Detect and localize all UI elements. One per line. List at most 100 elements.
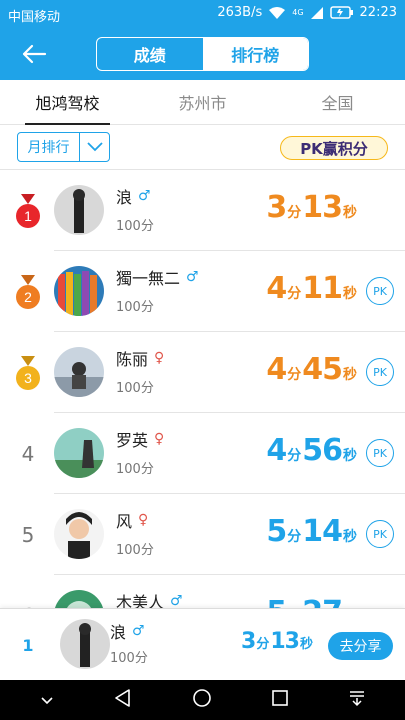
time-seconds: 13 — [302, 190, 343, 225]
time-seconds: 11 — [302, 271, 343, 306]
time-minutes: 4 — [266, 352, 287, 387]
signal-icon — [310, 6, 324, 20]
avatar[interactable] — [54, 347, 104, 397]
ranking-row[interactable]: 3 陈丽 ♀ 100分 4 分 45 秒 PK — [0, 332, 405, 413]
time-minutes: 3 — [266, 190, 287, 225]
avatar[interactable] — [54, 509, 104, 559]
completion-time: 4 分 11 秒 — [266, 271, 358, 307]
rank-number: 4 — [21, 442, 35, 466]
completion-time: 4 分 56 秒 — [266, 433, 358, 469]
ranking-period-dropdown[interactable]: 月排行 — [17, 132, 110, 162]
ranking-row[interactable]: 2 獨一無二 ♂ 100分 4 分 11 秒 PK — [0, 251, 405, 332]
ranking-row[interactable]: 5 风 ♀ 100分 5 分 14 秒 PK — [0, 494, 405, 575]
user-name: 獨一無二 ♂ — [116, 265, 199, 289]
my-user-name: 浪 ♂ — [110, 619, 145, 643]
home-circle-icon[interactable] — [192, 688, 212, 712]
user-name: 风 ♀ — [116, 508, 148, 532]
system-nav-bar — [0, 680, 405, 720]
female-icon: ♀ — [138, 512, 149, 528]
time-seconds-unit: 秒 — [343, 448, 357, 464]
my-rank-number: 1 — [22, 635, 34, 655]
status-bar: 中国移动 263B/s 4G 22:23 — [0, 0, 405, 28]
pk-button[interactable]: PK — [366, 358, 394, 386]
time-minutes-unit: 分 — [287, 448, 302, 464]
exam-score: 100分 — [116, 381, 154, 396]
back-button[interactable] — [16, 40, 52, 68]
male-icon: ♂ — [132, 623, 145, 639]
time-minutes: 5 — [266, 514, 287, 549]
clock: 22:23 — [359, 5, 397, 20]
my-user-name-text: 浪 — [110, 623, 127, 642]
avatar[interactable] — [54, 266, 104, 316]
time-seconds-unit: 秒 — [343, 529, 357, 545]
time-seconds: 45 — [302, 352, 343, 387]
time-seconds: 14 — [302, 514, 343, 549]
pk-button[interactable]: PK — [366, 520, 394, 548]
app-bar: 成绩 排行榜 — [0, 28, 405, 80]
user-name-text: 獨一無二 — [116, 269, 181, 288]
user-name-text: 风 — [116, 512, 133, 531]
notification-pull-icon[interactable] — [348, 689, 366, 711]
bronze-medal-icon: 3 — [12, 354, 44, 392]
segment-ranking[interactable]: 排行榜 — [202, 38, 308, 70]
tab-school[interactable]: 旭鸿驾校 — [0, 80, 135, 125]
pk-button[interactable]: PK — [366, 277, 394, 305]
ranking-row[interactable]: 1 浪 ♂ 100分 3 分 13 秒 — [0, 170, 405, 251]
chevron-down-icon — [80, 133, 109, 161]
user-name-text: 浪 — [116, 188, 133, 207]
avatar[interactable] — [54, 185, 104, 235]
time-minutes-unit: 分 — [287, 205, 302, 221]
pk-points-banner[interactable]: PK赢积分 — [276, 132, 392, 162]
time-minutes: 4 — [266, 433, 287, 468]
ranking-list: 1 浪 ♂ 100分 3 分 13 秒 2 獨一無二 ♂ 100分 4 分 11… — [0, 170, 405, 656]
exam-score: 100分 — [116, 462, 154, 477]
avatar[interactable] — [54, 428, 104, 478]
pk-button[interactable]: PK — [366, 439, 394, 467]
segment-control: 成绩 排行榜 — [96, 37, 309, 71]
tab-city[interactable]: 苏州市 — [135, 80, 270, 124]
completion-time: 3 分 13 秒 — [266, 190, 358, 226]
time-minutes-unit: 分 — [287, 286, 302, 302]
time-seconds: 56 — [302, 433, 343, 468]
time-seconds-unit: 秒 — [343, 286, 357, 302]
battery-icon — [329, 6, 354, 19]
medal-rank-number: 2 — [24, 289, 32, 305]
user-name: 陈丽 ♀ — [116, 346, 164, 370]
status-icons: 263B/s 4G 22:23 — [217, 5, 397, 20]
silver-medal-icon: 2 — [12, 273, 44, 311]
rank-number: 5 — [21, 523, 35, 547]
wifi-icon — [268, 6, 286, 20]
back-triangle-icon[interactable] — [113, 688, 133, 712]
time-seconds: 13 — [270, 629, 300, 654]
gold-medal-icon: 1 — [12, 192, 44, 230]
ranking-row[interactable]: 4 罗英 ♀ 100分 4 分 56 秒 PK — [0, 413, 405, 494]
network-type: 4G — [292, 8, 304, 17]
user-name-text: 罗英 — [116, 431, 149, 450]
chevron-down-icon[interactable] — [40, 691, 54, 710]
medal-rank-number: 3 — [24, 370, 32, 386]
male-icon: ♂ — [186, 269, 199, 285]
my-completion-time: 3 分 13 秒 — [230, 629, 314, 665]
region-tabs: 旭鸿驾校 苏州市 全国 — [0, 80, 405, 125]
recents-square-icon[interactable] — [271, 689, 289, 711]
ranking-period-label: 月排行 — [18, 133, 80, 161]
tab-national[interactable]: 全国 — [270, 80, 405, 124]
time-minutes: 3 — [241, 629, 256, 654]
male-icon: ♂ — [138, 188, 151, 204]
network-speed: 263B/s — [217, 5, 263, 20]
segment-scores[interactable]: 成绩 — [97, 38, 203, 70]
completion-time: 4 分 45 秒 — [266, 352, 358, 388]
my-exam-score: 100分 — [110, 651, 148, 666]
female-icon: ♀ — [154, 350, 165, 366]
user-name: 浪 ♂ — [116, 184, 151, 208]
share-button[interactable]: 去分享 — [328, 632, 393, 660]
my-avatar[interactable] — [60, 619, 110, 669]
pk-points-label: PK赢积分 — [280, 136, 388, 160]
exam-score: 100分 — [116, 300, 154, 315]
exam-score: 100分 — [116, 543, 154, 558]
my-rank-row: 1 浪 ♂ 100分 3 分 13 秒 去分享 — [0, 608, 405, 680]
time-minutes-unit: 分 — [287, 529, 302, 545]
carrier-name: 中国移动 — [8, 10, 61, 25]
medal-rank-number: 1 — [24, 208, 32, 224]
user-name-text: 陈丽 — [116, 350, 149, 369]
